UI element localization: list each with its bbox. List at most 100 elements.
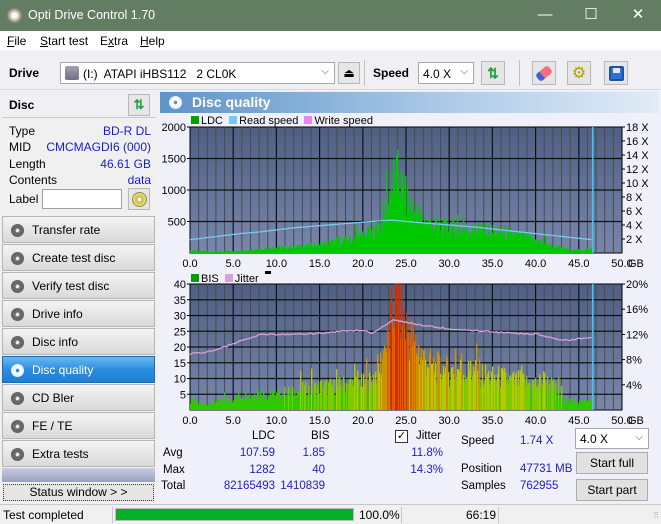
speed-stat-value: 1.74 X [520,435,554,447]
bis-legend: BIS Jitter [191,271,271,285]
menu-bar: File Start test Extra Help [0,31,661,50]
drive-label: Drive [9,66,40,80]
resize-grip[interactable]: ⠿ [653,511,659,520]
nav-fe-te[interactable]: FE / TE [2,412,155,439]
ldc-swatch [191,116,199,124]
disc-quality-icon [11,364,24,377]
nav-cd-bler[interactable]: CD Bler [2,384,155,411]
disc-label-input[interactable] [42,189,122,209]
save-button[interactable] [604,61,628,85]
menu-start-rest: tart test [48,34,89,48]
drive-icon [65,66,79,80]
disc-mid-row: MID CMCMAGDI6 (000) [9,140,151,157]
position-label: Position [461,463,502,475]
nav-label: Disc info [32,335,79,349]
drive-info-icon [11,308,24,321]
legend-bis: BIS [201,273,219,285]
disc-length-value: 46.61 GB [100,157,151,171]
menu-start-accel: S [40,34,49,48]
disc-info-icon [11,336,24,349]
chevron-down-icon: ⌵ [635,432,643,443]
max-bis-value: 40 [312,464,325,476]
transfer-rate-icon [11,224,24,237]
drive-select[interactable]: (I:) ATAPI iHBS112 2 CL0K ⌵ [60,62,335,84]
nav-disc-info[interactable]: Disc info [2,328,155,355]
minimize-button[interactable]: — [530,4,560,26]
disc-length-key: Length [9,157,46,171]
speed-select[interactable]: 4.0 X ⌵ [418,62,474,84]
create-disc-icon [11,252,24,265]
panel-header: Disc quality [160,92,659,113]
nav-transfer-rate[interactable]: Transfer rate [2,216,155,243]
legend-jitter: Jitter [234,273,259,285]
max-ldc-value: 1282 [249,464,275,476]
stats-row-total: Total [161,480,186,492]
disc-header: Disc ⇅ [2,92,156,118]
disc-quality-icon [169,96,182,109]
disc-type-value: BD-R DL [102,124,151,138]
save-icon [608,65,624,81]
nav-label: Transfer rate [32,223,101,237]
start-part-button[interactable]: Start part [576,479,648,501]
eject-button[interactable]: ⏏ [338,62,360,84]
extra-tests-icon [11,448,24,461]
disc-header-title: Disc [9,98,35,112]
drive-value: (I:) ATAPI iHBS112 2 CL0K [83,67,237,81]
settings-button[interactable]: ⚙ [567,61,591,85]
nav-disc-quality[interactable]: Disc quality [2,356,155,383]
nav-verify-test-disc[interactable]: Verify test disc [2,272,155,299]
samples-value: 762955 [520,480,559,492]
refresh-icon: ⇅ [133,97,145,112]
legend-ldc: LDC [201,115,224,127]
sidebar: Disc ⇅ Type BD-R DL MID CMCMAGDI6 (000) Le… [0,90,158,504]
elapsed-time: 66:19 [465,508,496,522]
start-full-button[interactable]: Start full [576,452,648,474]
total-ldc-value: 82165493 [223,480,275,492]
nav-create-test-disc[interactable]: Create test disc [2,244,155,271]
samples-label: Samples [461,480,506,492]
ldc-legend: LDC Read speed Write speed [191,115,373,127]
status-separator [401,507,402,523]
jitter-avg-value: 11.8% [411,447,443,459]
speed-stat-label: Speed [461,435,495,447]
close-button[interactable]: ✕ [623,4,653,26]
jitter-max-value: 14.3% [410,464,443,476]
menu-file[interactable]: File [7,34,26,48]
jitter-label: Jitter [416,430,441,442]
status-window-button[interactable]: Status window > > [3,484,154,501]
nav-label: FE / TE [32,419,73,433]
status-bar: Test completed 100.0% 66:19 ⠿ [0,504,661,524]
menu-extra[interactable]: Extra [100,34,128,48]
disc-refresh-button[interactable]: ⇅ [128,94,150,116]
bis-swatch [191,274,199,282]
maximize-button[interactable]: ☐ [576,4,606,26]
stats-row-max: Max [163,464,185,476]
menu-start-test[interactable]: Start test [40,34,88,48]
progress-fill [116,509,353,520]
refresh-button[interactable]: ⇅ [481,61,505,85]
nav-extra-tests[interactable]: Extra tests [2,440,155,467]
disc-contents-value: data [127,173,151,187]
erase-button[interactable] [532,61,556,85]
toolbar: Drive (I:) ATAPI iHBS112 2 CL0K ⌵ ⏏ Spee… [0,50,661,90]
status-text: Test completed [3,508,84,522]
disc-length-row: Length 46.61 GB [9,157,151,174]
position-value: 47731 MB [520,463,573,475]
menu-help-rest: elp [148,34,165,48]
menu-file-rest: ile [14,34,27,48]
legend-marker [264,271,271,274]
menu-help[interactable]: Help [140,34,165,48]
total-bis-value: 1410839 [280,480,325,492]
chevron-down-icon: ⌵ [460,66,468,77]
disc-label-button[interactable] [128,188,150,210]
jitter-checkbox[interactable]: ✓ [395,430,408,443]
avg-ldc-value: 107.59 [239,447,275,459]
test-speed-select[interactable]: 4.0 X ⌵ [575,428,649,449]
status-separator [498,507,499,523]
settings-icon: ⚙ [571,65,587,82]
test-speed-value: 4.0 X [580,432,609,446]
disc-type-row: Type BD-R DL [9,124,151,141]
panel-title: Disc quality [192,94,271,110]
nav-drive-info[interactable]: Drive info [2,300,155,327]
verify-disc-icon [11,280,24,293]
